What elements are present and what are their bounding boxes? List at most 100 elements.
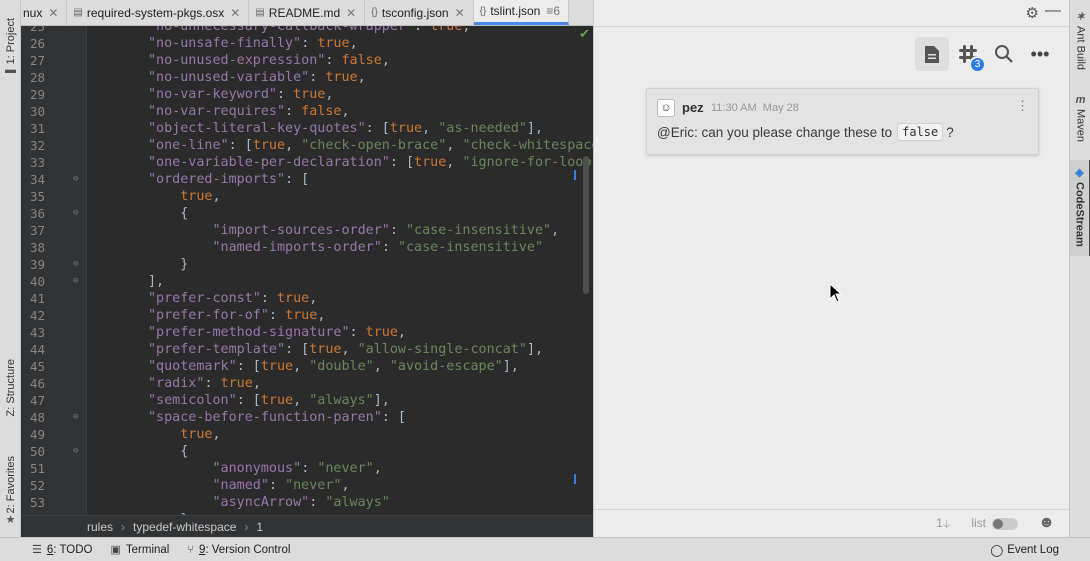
code-line[interactable]: 31 "object-literal-key-quotes": [true, "a… bbox=[21, 120, 593, 137]
avatar: ☺ bbox=[657, 99, 675, 117]
code-line[interactable]: 46 "radix": true, bbox=[21, 375, 593, 392]
tab-tsconfig[interactable]: {} tsconfig.json ✕ bbox=[365, 0, 474, 25]
code-line[interactable]: 30 "no-var-requires": false, bbox=[21, 103, 593, 120]
terminal-icon: ▣ bbox=[110, 544, 121, 556]
code-line[interactable]: 37 "import-sources-order": "case-insensi… bbox=[21, 222, 593, 239]
fold-icon[interactable]: ⊖ bbox=[73, 273, 78, 290]
close-icon[interactable]: ✕ bbox=[455, 6, 465, 20]
line-number: 44 bbox=[29, 342, 45, 357]
fold-icon[interactable]: ⊖ bbox=[73, 205, 78, 222]
tab-required-system-pkgs[interactable]: ▤ required-system-pkgs.osx ✕ bbox=[67, 0, 250, 25]
code-line[interactable]: 34 ⊖ "ordered-imports": [ bbox=[21, 171, 593, 188]
line-number: 26 bbox=[29, 36, 45, 51]
tab-label: tslint.json bbox=[490, 4, 541, 18]
message-suffix: ? bbox=[946, 124, 954, 140]
line-number: 43 bbox=[29, 325, 45, 340]
code-line[interactable]: 43 "prefer-method-signature": true, bbox=[21, 324, 593, 341]
line-number: 40 bbox=[29, 274, 45, 289]
code-line[interactable]: 26 "no-unsafe-finally": true, bbox=[21, 35, 593, 52]
panel-header: ⚙ — bbox=[594, 0, 1069, 27]
close-icon[interactable]: ✕ bbox=[346, 6, 356, 20]
list-toggle[interactable] bbox=[992, 518, 1018, 530]
fold-icon[interactable]: ⊖ bbox=[73, 443, 78, 460]
code-line[interactable]: 44 "prefer-template": [true, "allow-singl… bbox=[21, 341, 593, 358]
code-line[interactable]: 41 "prefer-const": true, bbox=[21, 290, 593, 307]
more-button[interactable]: ••• bbox=[1023, 37, 1057, 71]
close-icon[interactable]: ✕ bbox=[230, 6, 240, 20]
code-text: "import-sources-order": "case-insensitiv… bbox=[212, 223, 560, 238]
breadcrumb-item[interactable]: 1 bbox=[256, 520, 263, 534]
right-tool-strip: ✶ Ant Build m Maven ◈ CodeStream bbox=[1069, 0, 1090, 537]
breadcrumb-item[interactable]: rules bbox=[87, 520, 113, 534]
close-icon[interactable]: ✕ bbox=[48, 6, 58, 20]
code-line[interactable]: 45 "quotemark": [true, "double", "avoid-e… bbox=[21, 358, 593, 375]
tab-nux[interactable]: nux ✕ bbox=[21, 0, 68, 25]
document-button[interactable] bbox=[915, 37, 949, 71]
fold-icon[interactable]: ⊖ bbox=[73, 171, 78, 188]
version-control-button[interactable]: ⑂ 9: Version Control bbox=[187, 544, 290, 556]
editor-scrollbar[interactable] bbox=[583, 156, 589, 294]
tab-tslint[interactable]: {} tslint.json ≡6 bbox=[473, 0, 570, 25]
slack-button[interactable]: 3 bbox=[951, 37, 986, 73]
code-line[interactable]: 32 "one-line": [true, "check-open-brace",… bbox=[21, 137, 593, 154]
message-body: @Eric: can you please change these to fa… bbox=[657, 123, 954, 141]
line-number: 33 bbox=[29, 155, 45, 170]
tab-label: required-system-pkgs.osx bbox=[86, 5, 225, 20]
line-number: 36 bbox=[29, 206, 45, 221]
code-line[interactable]: 52 "named": "never", bbox=[21, 477, 593, 494]
message-author: pez bbox=[682, 100, 704, 115]
code-text: ], bbox=[148, 274, 165, 289]
code-line[interactable]: 28 "no-unused-variable": true, bbox=[21, 69, 593, 86]
code-line[interactable]: 53 "asyncArrow": "always" bbox=[21, 494, 593, 511]
unread-count[interactable]: 1🡣 bbox=[936, 516, 950, 534]
markdown-icon: ▤ bbox=[255, 7, 265, 18]
breadcrumb-item[interactable]: typedef-whitespace bbox=[133, 520, 236, 534]
tab-overflow-indicator[interactable]: ≡6 bbox=[546, 4, 560, 18]
code-line[interactable]: 40 ⊖], bbox=[21, 273, 593, 290]
message-card[interactable]: ☺ pez 11:30 AM May 28 ⋮ @Eric: can you p… bbox=[646, 88, 1039, 155]
maven-icon: m bbox=[1075, 94, 1086, 106]
code-text: "ordered-imports": [ bbox=[148, 172, 310, 187]
tool-window-ant-build[interactable]: ✶ Ant Build bbox=[1070, 10, 1090, 80]
tool-window-structure[interactable]: Z: Structure bbox=[0, 348, 21, 428]
fold-icon[interactable]: ⊖ bbox=[73, 256, 78, 273]
line-number: 52 bbox=[29, 478, 45, 493]
code-line[interactable]: 49 true, bbox=[21, 426, 593, 443]
code-line[interactable]: 29 "no-var-keyword": true, bbox=[21, 86, 593, 103]
line-number: 39 bbox=[29, 257, 45, 272]
code-text: "one-line": [true, "check-open-brace", "… bbox=[148, 138, 593, 153]
gear-icon[interactable]: ⚙ bbox=[1026, 4, 1039, 22]
code-editor[interactable]: 25 "no-unnecessary-callback-wrapper": tru… bbox=[21, 26, 593, 515]
terminal-button[interactable]: ▣ Terminal bbox=[110, 543, 169, 557]
search-button[interactable] bbox=[987, 37, 1021, 71]
codestream-icon: ◈ bbox=[1075, 167, 1084, 179]
fold-icon[interactable]: ⊖ bbox=[73, 409, 78, 426]
code-line[interactable]: 42 "prefer-for-of": true, bbox=[21, 307, 593, 324]
emoji-icon[interactable]: ☻ bbox=[1038, 514, 1055, 532]
code-line[interactable]: 39 ⊖ } bbox=[21, 256, 593, 273]
event-log-button[interactable]: ◯ Event Log bbox=[990, 538, 1059, 561]
code-text: "named-imports-order": "case-insensitive… bbox=[212, 240, 544, 255]
codestream-panel: ⚙ — 3 ••• ☺ pez 11:30 AM May 28 ⋮ @Eric:… bbox=[593, 0, 1069, 537]
tool-window-codestream[interactable]: ◈ CodeStream bbox=[1070, 160, 1090, 256]
todo-button[interactable]: ☰ 6: TODO bbox=[32, 543, 92, 557]
change-marker bbox=[574, 170, 576, 180]
minimize-icon[interactable]: — bbox=[1045, 2, 1061, 20]
code-line[interactable]: 27 "no-unused-expression": false, bbox=[21, 52, 593, 69]
line-number: 27 bbox=[29, 53, 45, 68]
tool-window-maven[interactable]: m Maven bbox=[1070, 94, 1090, 154]
code-line[interactable]: 36 ⊖ { bbox=[21, 205, 593, 222]
code-line[interactable]: 48 ⊖ "space-before-function-paren": [ bbox=[21, 409, 593, 426]
code-line[interactable]: 35 true, bbox=[21, 188, 593, 205]
code-line[interactable]: 50 ⊖ { bbox=[21, 443, 593, 460]
code-text: { bbox=[148, 206, 189, 221]
code-line[interactable]: 38 "named-imports-order": "case-insensit… bbox=[21, 239, 593, 256]
message-menu-icon[interactable]: ⋮ bbox=[1016, 98, 1029, 114]
code-text: "radix": true, bbox=[148, 376, 261, 391]
chevron-right-icon: › bbox=[121, 519, 126, 534]
code-line[interactable]: 25 "no-unnecessary-callback-wrapper": tru… bbox=[21, 26, 593, 35]
tab-readme[interactable]: ▤ README.md ✕ bbox=[249, 0, 366, 25]
code-line[interactable]: 51 "anonymous": "never", bbox=[21, 460, 593, 477]
code-line[interactable]: 33 "one-variable-per-declaration": [true,… bbox=[21, 154, 593, 171]
code-line[interactable]: 47 "semicolon": [true, "always"], bbox=[21, 392, 593, 409]
